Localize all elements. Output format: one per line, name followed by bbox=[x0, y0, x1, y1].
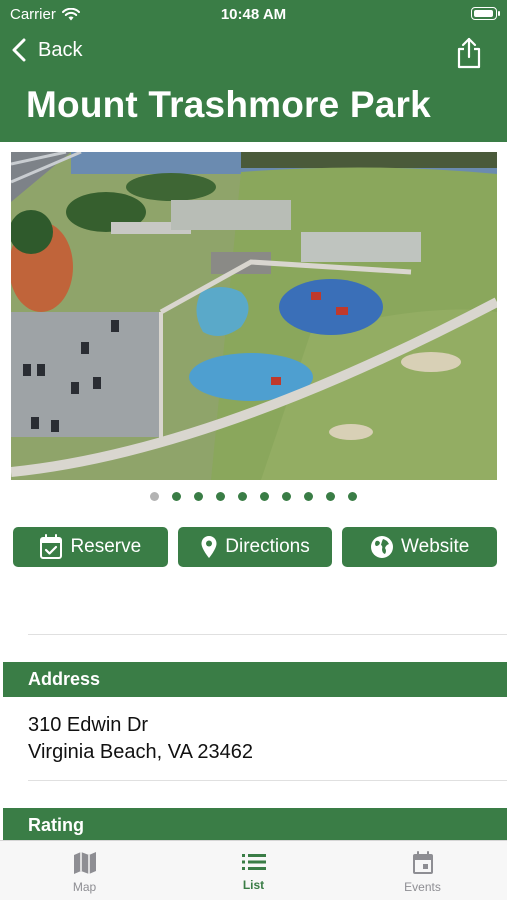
page-dot[interactable] bbox=[348, 492, 357, 501]
action-buttons: Reserve Directions Website bbox=[13, 527, 498, 567]
list-icon bbox=[241, 854, 266, 870]
chevron-left-icon bbox=[12, 38, 26, 62]
tab-events-label: Events bbox=[404, 880, 441, 894]
page-title: Mount Trashmore Park bbox=[26, 84, 431, 125]
tab-list[interactable]: List bbox=[169, 841, 338, 900]
address-line1: 310 Edwin Dr bbox=[28, 714, 149, 736]
park-photo[interactable] bbox=[11, 152, 497, 480]
page-dot[interactable] bbox=[216, 492, 225, 501]
page-indicator[interactable] bbox=[0, 492, 507, 506]
address-header: Address bbox=[3, 662, 507, 697]
calendar-check-icon bbox=[40, 534, 63, 559]
page-dot[interactable] bbox=[260, 492, 269, 501]
reserve-button[interactable]: Reserve bbox=[13, 527, 168, 567]
calendar-icon bbox=[412, 851, 433, 874]
rating-header: Rating bbox=[3, 808, 507, 843]
status-bar: Carrier 10:48 AM bbox=[0, 0, 507, 28]
status-time: 10:48 AM bbox=[220, 6, 287, 23]
address-text[interactable]: 310 Edwin Dr Virginia Beach, VA 23462 bbox=[28, 712, 253, 766]
page-dot[interactable] bbox=[282, 492, 291, 501]
back-label: Back bbox=[38, 38, 83, 61]
website-button[interactable]: Website bbox=[342, 527, 498, 567]
back-button[interactable]: Back bbox=[12, 38, 82, 62]
tab-bar: Map List Events bbox=[0, 840, 507, 900]
page-dot[interactable] bbox=[304, 492, 313, 501]
page-dot[interactable] bbox=[172, 492, 181, 501]
aerial-park-image bbox=[11, 152, 497, 480]
page-dot[interactable] bbox=[326, 492, 335, 501]
page-dot[interactable] bbox=[150, 492, 159, 501]
divider bbox=[28, 780, 507, 781]
globe-icon bbox=[371, 536, 394, 558]
share-icon[interactable] bbox=[455, 36, 483, 70]
tab-events[interactable]: Events bbox=[338, 841, 507, 900]
directions-label: Directions bbox=[225, 536, 310, 557]
page-dot[interactable] bbox=[238, 492, 247, 501]
tab-map[interactable]: Map bbox=[0, 841, 169, 900]
directions-button[interactable]: Directions bbox=[177, 527, 333, 567]
divider bbox=[28, 634, 507, 635]
tab-map-label: Map bbox=[72, 880, 97, 894]
address-line2: Virginia Beach, VA 23462 bbox=[28, 741, 253, 763]
page-dot[interactable] bbox=[194, 492, 203, 501]
location-pin-icon bbox=[201, 536, 217, 558]
park-detail-screen: Carrier 10:48 AM Back Mount Trashmore Pa… bbox=[0, 0, 507, 900]
battery-icon bbox=[471, 7, 500, 20]
header: Carrier 10:48 AM Back Mount Trashmore Pa… bbox=[0, 0, 507, 142]
tab-list-label: List bbox=[242, 878, 265, 892]
website-label: Website bbox=[401, 536, 470, 557]
map-icon bbox=[73, 852, 96, 874]
reserve-label: Reserve bbox=[70, 536, 142, 557]
nav-bar: Back bbox=[0, 30, 507, 76]
